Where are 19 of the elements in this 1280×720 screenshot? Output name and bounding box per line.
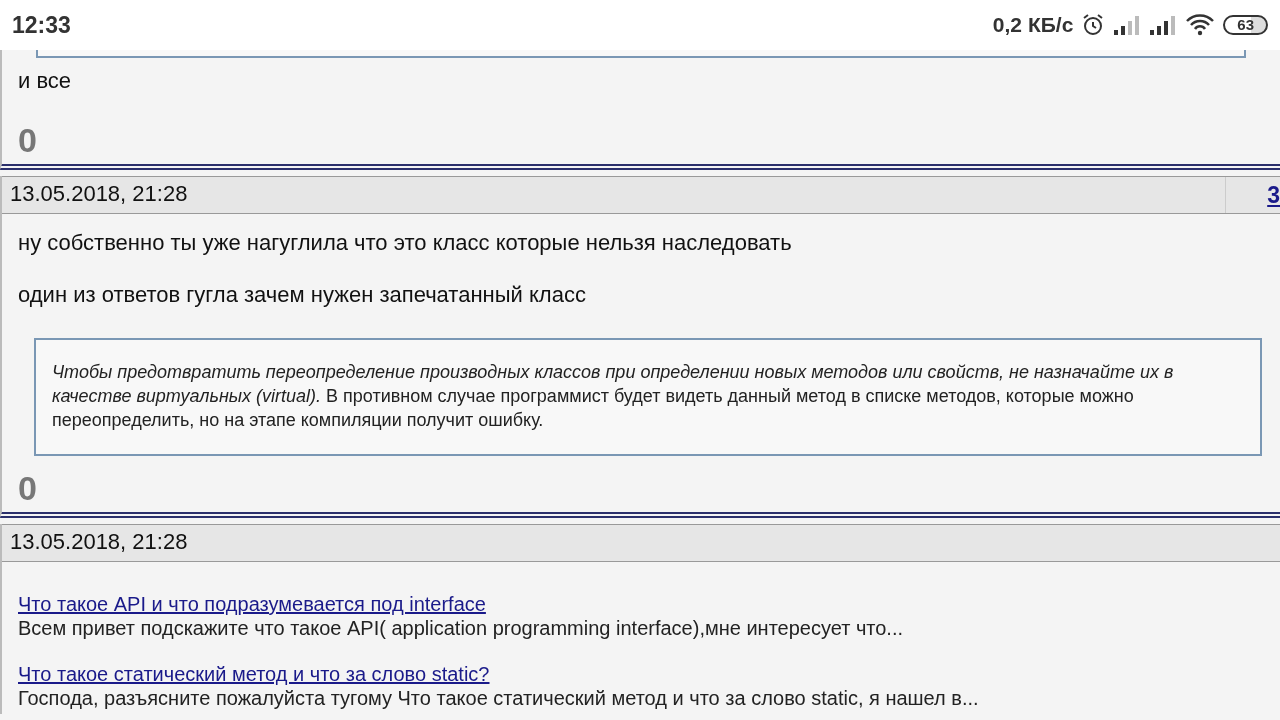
clock-time: 12:33 <box>12 11 71 39</box>
rating-count: 0 <box>18 468 38 508</box>
network-speed: 0,2 КБ/с <box>992 13 1074 37</box>
topic-link[interactable]: Что такое API и что подразумевается под interface <box>18 593 486 615</box>
quote-box: Чтобы предотвратить переопределение производных классов при определении новых методов или свойств, не назначайте их в качестве виртуальных (virtual). В противном случае программист будет видеть данный метод в списке методов, которые можно переопределить, но на этапе компиляции получит ошибку. <box>34 338 1262 456</box>
signal-icon <box>1113 14 1142 36</box>
battery-level: 63 <box>1223 15 1268 35</box>
post-text: и все <box>18 68 73 94</box>
post-date: 13.05.2018, 21:28 <box>9 528 189 556</box>
topic-snippet: Господа, разъясните пожалуйста тугому Что такое статический метод и что за слово static, я нашел в... <box>18 686 980 710</box>
post-number-link[interactable]: 3 <box>1267 181 1280 209</box>
topic-link[interactable]: Что такое статический метод и что за слово static? <box>18 663 490 685</box>
rating-count: 0 <box>18 120 38 160</box>
post-text: ну собственно ты уже нагуглила что это класс которые нельзя наследовать <box>18 230 793 256</box>
post-text: один из ответов гугла зачем нужен запечатанный класс <box>18 282 587 308</box>
wifi-icon <box>1185 13 1216 37</box>
post-date: 13.05.2018, 21:28 <box>9 180 189 208</box>
topic-snippet: Всем привет подскажите что такое API( application programming interface),мне интересует что... <box>18 616 905 640</box>
signal-icon <box>1149 14 1178 36</box>
